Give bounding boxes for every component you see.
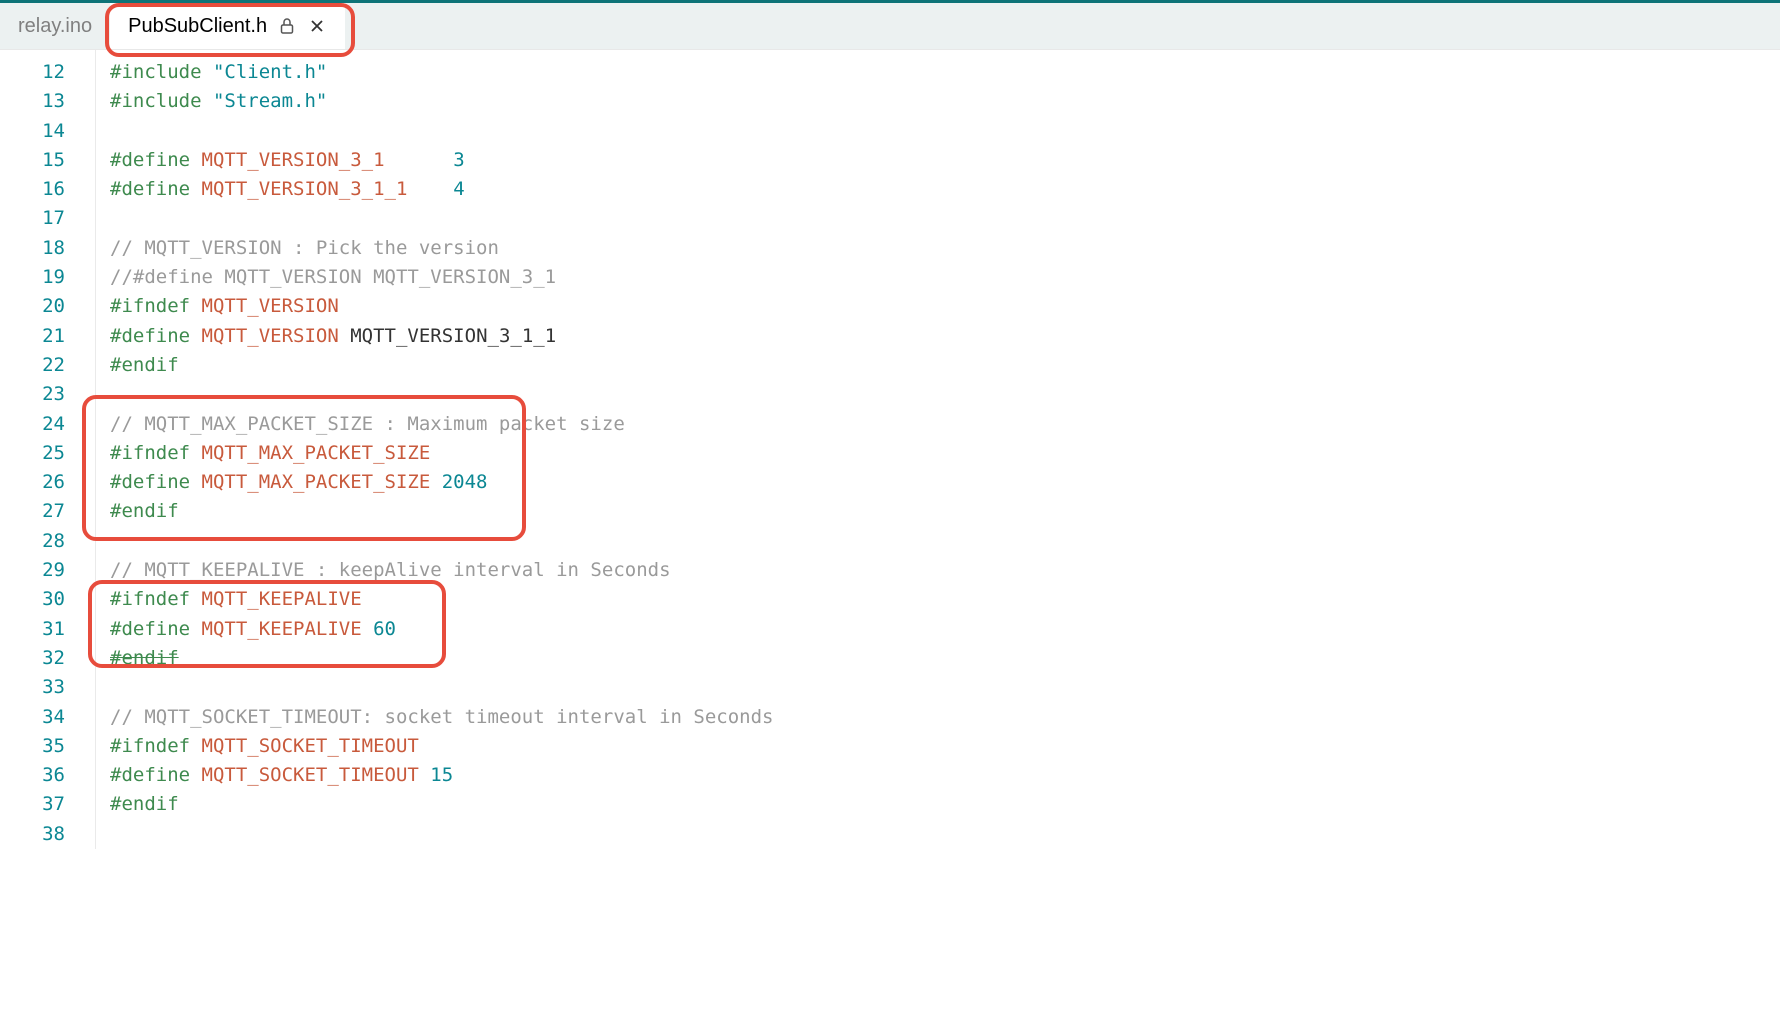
code-line[interactable]: //#define MQTT_VERSION MQTT_VERSION_3_1	[110, 263, 1780, 292]
code-content[interactable]: #include "Client.h"#include "Stream.h" #…	[96, 50, 1780, 849]
line-number: 12	[0, 58, 65, 87]
code-line[interactable]: // MQTT_VERSION : Pick the version	[110, 234, 1780, 263]
code-line[interactable]: #define MQTT_VERSION MQTT_VERSION_3_1_1	[110, 322, 1780, 351]
line-number: 28	[0, 527, 65, 556]
line-number: 21	[0, 322, 65, 351]
line-number-gutter: 1213141516171819202122232425262728293031…	[0, 50, 96, 849]
line-number: 13	[0, 87, 65, 116]
line-number: 27	[0, 497, 65, 526]
code-line[interactable]: #define MQTT_KEEPALIVE 60	[110, 615, 1780, 644]
line-number: 18	[0, 234, 65, 263]
line-number: 36	[0, 761, 65, 790]
code-line[interactable]: #include "Client.h"	[110, 58, 1780, 87]
code-line[interactable]: #define MQTT_VERSION_3_1_1 4	[110, 175, 1780, 204]
tab-pubsubclient-h[interactable]: PubSubClient.h	[110, 3, 345, 49]
tab-label: PubSubClient.h	[128, 15, 267, 38]
code-line[interactable]: #define MQTT_MAX_PACKET_SIZE 2048	[110, 468, 1780, 497]
line-number: 31	[0, 615, 65, 644]
code-line[interactable]: // MQTT_KEEPALIVE : keepAlive interval i…	[110, 556, 1780, 585]
code-line[interactable]	[110, 204, 1780, 233]
code-line[interactable]	[110, 380, 1780, 409]
line-number: 25	[0, 439, 65, 468]
line-number: 34	[0, 703, 65, 732]
tab-bar: relay.ino PubSubClient.h	[0, 3, 1780, 50]
line-number: 37	[0, 790, 65, 819]
line-number: 15	[0, 146, 65, 175]
line-number: 14	[0, 117, 65, 146]
code-line[interactable]: #ifndef MQTT_SOCKET_TIMEOUT	[110, 732, 1780, 761]
code-line[interactable]: // MQTT_MAX_PACKET_SIZE : Maximum packet…	[110, 410, 1780, 439]
code-line[interactable]: #define MQTT_VERSION_3_1 3	[110, 146, 1780, 175]
code-line[interactable]	[110, 820, 1780, 849]
line-number: 17	[0, 204, 65, 233]
code-line[interactable]: #endif	[110, 790, 1780, 819]
code-line[interactable]: #endif	[110, 497, 1780, 526]
code-line[interactable]	[110, 527, 1780, 556]
close-icon[interactable]	[307, 16, 327, 36]
line-number: 38	[0, 820, 65, 849]
code-line[interactable]: #ifndef MQTT_VERSION	[110, 292, 1780, 321]
code-line[interactable]	[110, 117, 1780, 146]
code-line[interactable]: #include "Stream.h"	[110, 87, 1780, 116]
tab-relay-ino[interactable]: relay.ino	[0, 3, 110, 49]
code-line[interactable]: #endif	[110, 351, 1780, 380]
line-number: 16	[0, 175, 65, 204]
code-line[interactable]: #ifndef MQTT_MAX_PACKET_SIZE	[110, 439, 1780, 468]
line-number: 29	[0, 556, 65, 585]
code-editor[interactable]: 1213141516171819202122232425262728293031…	[0, 50, 1780, 849]
tab-label: relay.ino	[18, 15, 92, 38]
line-number: 33	[0, 673, 65, 702]
line-number: 30	[0, 585, 65, 614]
line-number: 32	[0, 644, 65, 673]
line-number: 26	[0, 468, 65, 497]
line-number: 20	[0, 292, 65, 321]
line-number: 24	[0, 410, 65, 439]
line-number: 35	[0, 732, 65, 761]
code-line[interactable]: // MQTT_SOCKET_TIMEOUT: socket timeout i…	[110, 703, 1780, 732]
code-line[interactable]: #ifndef MQTT_KEEPALIVE	[110, 585, 1780, 614]
code-line[interactable]: #define MQTT_SOCKET_TIMEOUT 15	[110, 761, 1780, 790]
line-number: 22	[0, 351, 65, 380]
line-number: 19	[0, 263, 65, 292]
code-line[interactable]: #endif	[110, 644, 1780, 673]
line-number: 23	[0, 380, 65, 409]
lock-icon	[277, 16, 297, 36]
code-line[interactable]	[110, 673, 1780, 702]
